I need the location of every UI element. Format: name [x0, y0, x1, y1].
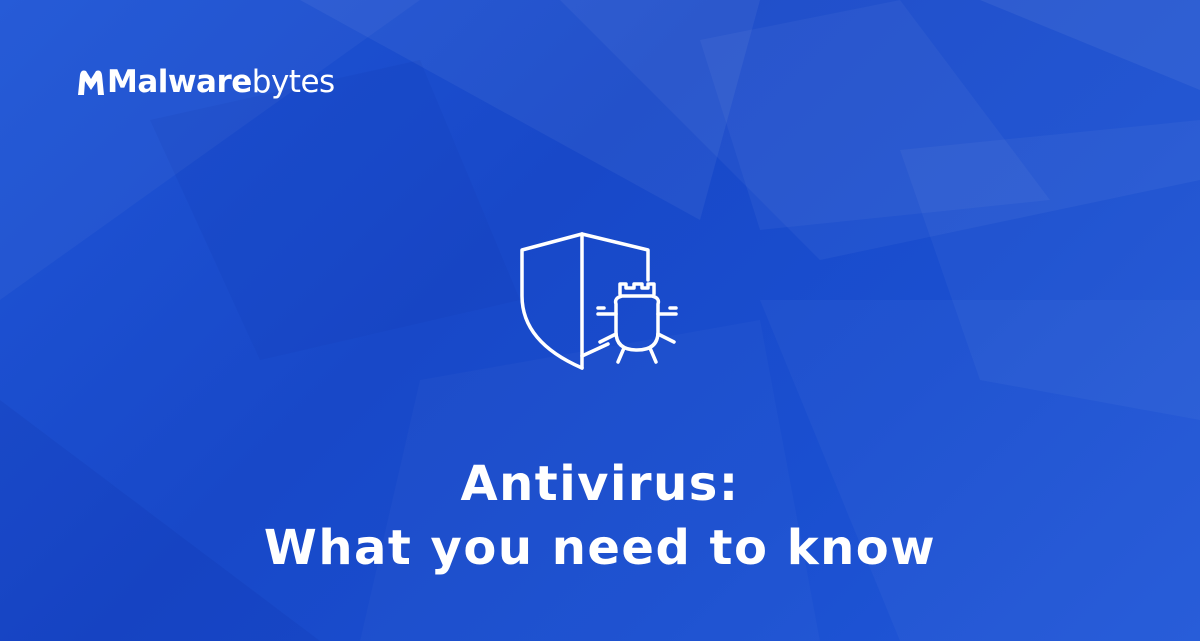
shield-bug-icon: [520, 232, 678, 370]
title-line-2: What you need to know: [263, 520, 937, 576]
bug-leg-right-mid: [656, 332, 676, 344]
article-banner: Malware bytes Antivirus: What you need to…: [0, 0, 1200, 641]
shield-left-half: [520, 232, 584, 370]
shield-right-edge: [580, 232, 650, 282]
shield-right-lower: [580, 342, 610, 358]
logo-text-bold: Malware: [107, 64, 252, 100]
title-line-1: Antivirus:: [460, 456, 740, 512]
malwarebytes-m-icon: [78, 70, 104, 95]
page-title: Antivirus: What you need to know: [0, 452, 1200, 580]
logo-text-light: bytes: [251, 64, 335, 100]
bug-head: [618, 282, 656, 296]
bug-leg-left-bottom: [616, 346, 626, 364]
bug-leg-left-mid: [598, 332, 618, 344]
bug-body: [613, 294, 661, 352]
malwarebytes-logo: Malware bytes: [76, 62, 335, 102]
bug-leg-right-bottom: [648, 346, 658, 364]
